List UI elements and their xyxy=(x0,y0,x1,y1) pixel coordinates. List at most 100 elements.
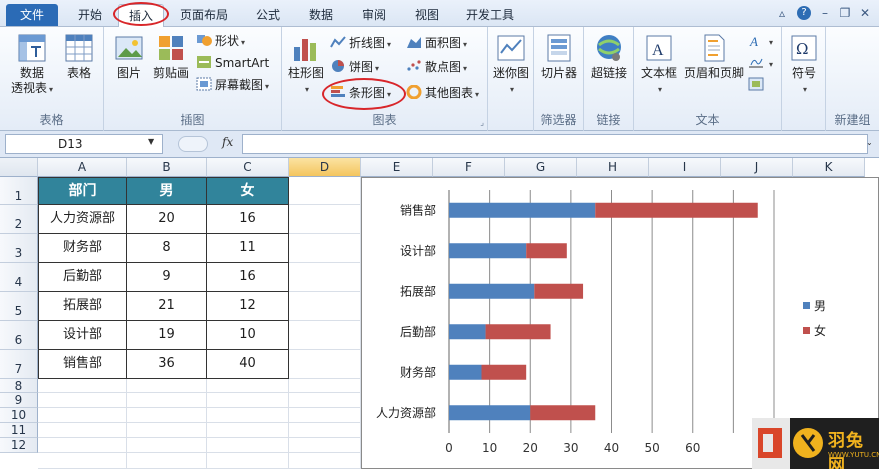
tab-insert[interactable]: 插入 xyxy=(118,4,164,28)
table-cell[interactable]: 财务部 xyxy=(38,234,127,263)
minimize-ribbon-icon[interactable]: ▵ xyxy=(775,6,789,20)
object-button[interactable] xyxy=(748,75,767,95)
pivot-table-button[interactable]: 数据 透视表 ▾ xyxy=(6,33,58,97)
tab-developer[interactable]: 开发工具 xyxy=(458,4,522,26)
tab-file[interactable]: 文件 xyxy=(6,4,58,26)
row-header-12[interactable]: 12 xyxy=(0,438,38,453)
table-button[interactable]: 表格 xyxy=(60,33,98,81)
table-cell[interactable]: 19 xyxy=(127,321,207,350)
signature-line-button[interactable]: ▾ xyxy=(748,53,773,73)
table-cell[interactable]: 拓展部 xyxy=(38,292,127,321)
slicer-button[interactable]: 切片器 xyxy=(536,33,582,81)
table-cell[interactable]: 8 xyxy=(127,234,207,263)
line-chart-label: 折线图 xyxy=(349,36,386,50)
dialog-launcher-icon[interactable]: ⌟ xyxy=(480,118,484,127)
table-cell[interactable]: 销售部 xyxy=(38,350,127,379)
column-chart-label: 柱形图 xyxy=(287,66,324,80)
column-header-b[interactable]: B xyxy=(127,158,207,177)
header-footer-button[interactable]: 页眉和页脚 xyxy=(682,33,746,81)
insert-function-icon[interactable]: fx xyxy=(222,135,233,149)
sparkline-button[interactable]: 迷你图 ▾ xyxy=(490,33,532,97)
window-restore-icon[interactable]: ❐ xyxy=(838,6,852,20)
row-header-8[interactable]: 8 xyxy=(0,379,38,393)
tab-view[interactable]: 视图 xyxy=(405,4,449,26)
column-header-c[interactable]: C xyxy=(207,158,289,177)
table-cell[interactable]: 36 xyxy=(127,350,207,379)
row-header-6[interactable]: 6 xyxy=(0,321,38,350)
table-cell[interactable]: 人力资源部 xyxy=(38,205,127,234)
formula-cancel-enter-icon[interactable] xyxy=(178,136,208,152)
column-header-h[interactable]: H xyxy=(577,158,649,177)
column-header-k[interactable]: K xyxy=(793,158,865,177)
row-header-2[interactable]: 2 xyxy=(0,205,38,234)
table-cell[interactable]: 21 xyxy=(127,292,207,321)
column-header-e[interactable]: E xyxy=(361,158,433,177)
table-header-cell[interactable]: 部门 xyxy=(38,177,127,205)
column-header-d[interactable]: D xyxy=(289,158,361,177)
screenshot-button[interactable]: 屏幕截图 ▾ xyxy=(196,75,269,95)
tab-home[interactable]: 开始 xyxy=(68,4,112,26)
table-cell[interactable]: 40 xyxy=(207,350,289,379)
column-header-j[interactable]: J xyxy=(721,158,793,177)
expand-formula-icon[interactable]: ⌄ xyxy=(866,138,873,147)
bar-chart-button[interactable]: 条形图 ▾ xyxy=(330,83,391,103)
table-header-cell[interactable]: 男 xyxy=(127,177,207,205)
picture-button[interactable]: 图片 xyxy=(110,33,148,81)
table-cell[interactable]: 9 xyxy=(127,263,207,292)
column-header-g[interactable]: G xyxy=(505,158,577,177)
shapes-button[interactable]: 形状 ▾ xyxy=(196,31,245,51)
column-header-f[interactable]: F xyxy=(433,158,505,177)
column-header-a[interactable]: A xyxy=(38,158,127,177)
tab-review[interactable]: 审阅 xyxy=(352,4,396,26)
table-cell[interactable]: 16 xyxy=(207,263,289,292)
row-header-9[interactable]: 9 xyxy=(0,393,38,408)
symbol-button[interactable]: Ω 符号 ▾ xyxy=(784,33,824,97)
row-header-10[interactable]: 10 xyxy=(0,408,38,423)
area-chart-button[interactable]: 面积图 ▾ xyxy=(406,33,467,53)
window-minimize-icon[interactable]: – xyxy=(818,6,832,20)
scatter-chart-button[interactable]: 散点图 ▾ xyxy=(406,57,467,77)
table-cell[interactable]: 设计部 xyxy=(38,321,127,350)
name-box[interactable]: D13 xyxy=(5,134,163,154)
table-cell[interactable]: 11 xyxy=(207,234,289,263)
textbox-button[interactable]: A 文本框 ▾ xyxy=(636,33,682,97)
row-header-4[interactable]: 4 xyxy=(0,263,38,292)
tab-data[interactable]: 数据 xyxy=(299,4,343,26)
wordart-button[interactable]: A ▾ xyxy=(748,31,773,51)
name-box-dropdown-icon[interactable]: ▼ xyxy=(148,137,154,146)
group-text: A 文本框 ▾ 页眉和页脚 A ▾ ▾ 文本 xyxy=(634,27,782,131)
row-header-7[interactable]: 7 xyxy=(0,350,38,379)
formula-input[interactable] xyxy=(242,134,868,154)
table-cell[interactable]: 10 xyxy=(207,321,289,350)
table-cell[interactable]: 16 xyxy=(207,205,289,234)
area-chart-icon xyxy=(407,37,421,48)
tab-formulas[interactable]: 公式 xyxy=(246,4,290,26)
clipart-button[interactable]: 剪贴画 xyxy=(150,33,192,81)
window-close-icon[interactable]: ✕ xyxy=(858,6,872,20)
hyperlink-button[interactable]: 超链接 xyxy=(586,33,632,81)
table-header-cell[interactable]: 女 xyxy=(207,177,289,205)
group-label-links: 链接 xyxy=(596,113,621,127)
bar-female xyxy=(530,405,596,421)
slicer-icon xyxy=(547,34,571,62)
table-cell[interactable]: 12 xyxy=(207,292,289,321)
screenshot-label: 屏幕截图 xyxy=(215,78,264,92)
row-header-11[interactable]: 11 xyxy=(0,423,38,438)
smartart-button[interactable]: SmartArt xyxy=(196,53,269,73)
legend-swatch-female xyxy=(803,327,810,334)
column-header-i[interactable]: I xyxy=(649,158,721,177)
group-label-new: 新建组 xyxy=(834,113,871,127)
row-header-3[interactable]: 3 xyxy=(0,234,38,263)
tab-page-layout[interactable]: 页面布局 xyxy=(172,4,236,26)
smartart-icon xyxy=(197,56,211,68)
pie-chart-button[interactable]: 饼图 ▾ xyxy=(330,57,379,77)
help-icon[interactable]: ? xyxy=(797,6,811,20)
select-all-corner[interactable] xyxy=(0,158,38,177)
row-header-5[interactable]: 5 xyxy=(0,292,38,321)
row-header-1[interactable]: 1 xyxy=(0,177,38,205)
other-charts-button[interactable]: 其他图表 ▾ xyxy=(406,83,479,103)
line-chart-button[interactable]: 折线图 ▾ xyxy=(330,33,391,53)
column-chart-button[interactable]: 柱形图 ▾ xyxy=(286,33,326,97)
table-cell[interactable]: 后勤部 xyxy=(38,263,127,292)
table-cell[interactable]: 20 xyxy=(127,205,207,234)
